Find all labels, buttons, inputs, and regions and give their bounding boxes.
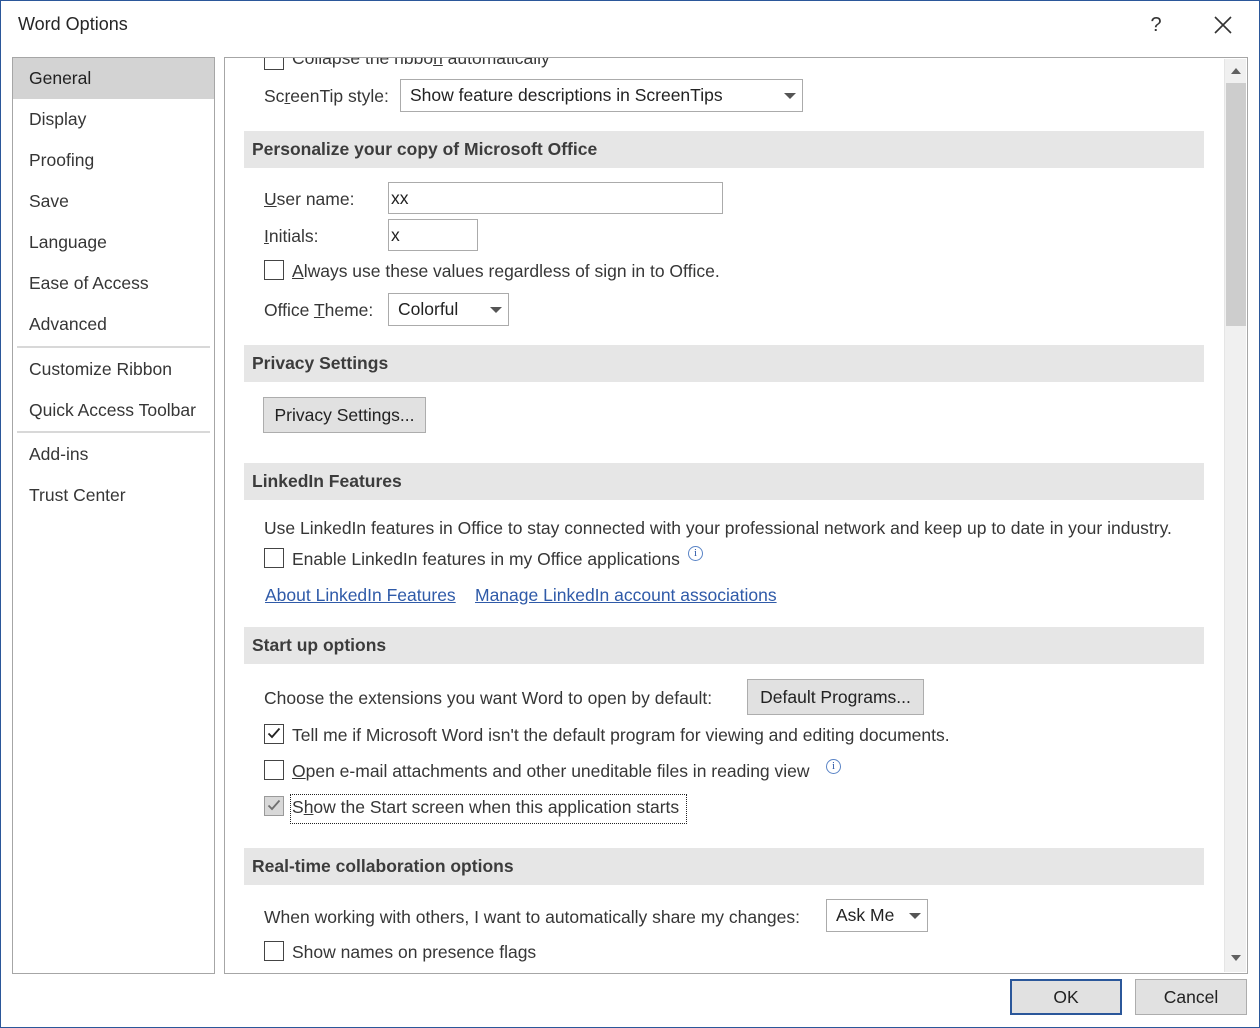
enable-linkedin-checkbox[interactable]	[264, 548, 284, 568]
scroll-up-button[interactable]	[1227, 61, 1245, 81]
info-icon: i	[688, 546, 703, 561]
initials-label: Initials:	[264, 226, 319, 246]
initials-field[interactable]: x	[388, 219, 478, 251]
office-theme-value: Colorful	[398, 299, 459, 319]
share-changes-value: Ask Me	[836, 905, 895, 925]
options-sidebar: General Display Proofing Save Language E…	[12, 57, 215, 974]
help-button[interactable]: ?	[1139, 9, 1173, 43]
close-button[interactable]	[1205, 9, 1241, 43]
tell-me-default-checkbox[interactable]	[264, 724, 284, 744]
screentip-style-value: Show feature descriptions in ScreenTips	[410, 85, 723, 105]
privacy-section-heading: Privacy Settings	[244, 345, 1204, 382]
word-options-dialog: Word Options ? General Display Proofing …	[0, 0, 1260, 1028]
sidebar-divider	[17, 346, 210, 348]
enable-linkedin-label: Enable LinkedIn features in my Office ap…	[292, 549, 680, 569]
scroll-thumb[interactable]	[1226, 83, 1246, 326]
manage-linkedin-link[interactable]: Manage LinkedIn account associations	[475, 585, 777, 606]
about-linkedin-link[interactable]: About LinkedIn Features	[265, 585, 456, 606]
sidebar-item-trust-center[interactable]: Trust Center	[13, 475, 214, 516]
screentip-style-dropdown[interactable]: Show feature descriptions in ScreenTips	[400, 79, 803, 112]
default-programs-button[interactable]: Default Programs...	[747, 679, 924, 715]
sidebar-item-language[interactable]: Language	[13, 222, 214, 263]
cancel-button[interactable]: Cancel	[1135, 979, 1247, 1015]
chevron-down-icon	[909, 913, 921, 919]
sidebar-item-proofing[interactable]: Proofing	[13, 140, 214, 181]
title-bar: Word Options ?	[1, 1, 1259, 51]
show-names-presence-label: Show names on presence flags	[292, 942, 537, 962]
ok-button[interactable]: OK	[1010, 979, 1122, 1015]
scroll-down-button[interactable]	[1227, 948, 1245, 968]
startup-section-heading: Start up options	[244, 627, 1204, 664]
always-use-values-label: Always use these values regardless of si…	[292, 261, 720, 281]
sidebar-divider	[17, 431, 210, 433]
collapse-ribbon-checkbox[interactable]	[264, 58, 284, 70]
extensions-label: Choose the extensions you want Word to o…	[264, 688, 713, 708]
open-email-attachments-label: Open e-mail attachments and other unedit…	[292, 761, 810, 781]
open-email-attachments-checkbox[interactable]	[264, 760, 284, 780]
always-use-values-checkbox[interactable]	[264, 260, 284, 280]
sidebar-item-display[interactable]: Display	[13, 99, 214, 140]
share-changes-dropdown[interactable]: Ask Me	[826, 899, 928, 932]
chevron-down-icon	[490, 307, 502, 313]
tell-me-default-label: Tell me if Microsoft Word isn't the defa…	[292, 725, 950, 745]
vertical-scrollbar[interactable]	[1224, 59, 1246, 972]
sidebar-item-general[interactable]: General	[13, 58, 214, 99]
office-theme-label: Office Theme:	[264, 300, 374, 320]
general-options-pane[interactable]: Collapse the ribbon automatically Screen…	[224, 57, 1248, 974]
dialog-title: Word Options	[18, 14, 128, 34]
show-start-screen-label: Show the Start screen when this applicat…	[292, 797, 680, 817]
sidebar-item-advanced[interactable]: Advanced	[13, 304, 214, 345]
sidebar-item-ease-of-access[interactable]: Ease of Access	[13, 263, 214, 304]
sidebar-item-customize-ribbon[interactable]: Customize Ribbon	[13, 349, 214, 390]
office-theme-dropdown[interactable]: Colorful	[388, 293, 509, 326]
close-icon	[1214, 16, 1232, 34]
sidebar-item-add-ins[interactable]: Add-ins	[13, 434, 214, 475]
linkedin-section-heading: LinkedIn Features	[244, 463, 1204, 500]
user-name-label: User name:	[264, 189, 355, 209]
privacy-settings-button[interactable]: Privacy Settings...	[263, 397, 426, 433]
linkedin-description: Use LinkedIn features in Office to stay …	[264, 518, 1172, 538]
collab-section-heading: Real-time collaboration options	[244, 848, 1204, 885]
sidebar-item-quick-access-toolbar[interactable]: Quick Access Toolbar	[13, 390, 214, 431]
scroll-up-icon	[1231, 68, 1241, 74]
screentip-style-label: ScreenTip style:	[264, 86, 389, 106]
chevron-down-icon	[784, 93, 796, 99]
user-name-field[interactable]: xx	[388, 182, 723, 214]
show-names-presence-checkbox[interactable]	[264, 941, 284, 961]
personalize-section-heading: Personalize your copy of Microsoft Offic…	[244, 131, 1204, 168]
checkmark-icon	[267, 727, 281, 739]
collapse-ribbon-label: Collapse the ribbon automatically	[292, 57, 550, 68]
checkmark-icon	[267, 799, 281, 811]
scroll-down-icon	[1231, 955, 1241, 961]
info-icon: i	[826, 759, 841, 774]
sidebar-item-save[interactable]: Save	[13, 181, 214, 222]
show-start-screen-checkbox[interactable]	[264, 796, 284, 816]
share-changes-label: When working with others, I want to auto…	[264, 907, 800, 927]
